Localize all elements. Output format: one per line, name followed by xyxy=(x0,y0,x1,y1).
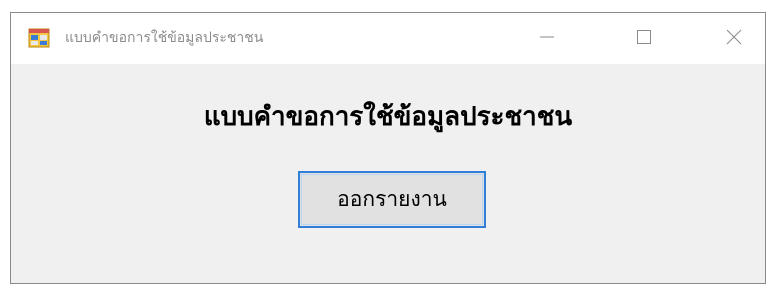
minimize-button[interactable] xyxy=(518,13,576,64)
close-icon xyxy=(725,28,743,50)
report-button-label: ออกรายงาน xyxy=(337,187,447,211)
windows-form-icon xyxy=(28,27,50,49)
form-window: แบบคำขอการใช้ข้อมูลประชาชน แบบคำขอการใช้… xyxy=(10,12,766,284)
background-strip xyxy=(0,0,770,12)
maximize-icon xyxy=(635,28,653,50)
form-client-area: แบบคำขอการใช้ข้อมูลประชาชน ออกรายงาน xyxy=(11,64,765,283)
report-button[interactable]: ออกรายงาน xyxy=(298,171,486,228)
maximize-button[interactable] xyxy=(615,13,673,64)
title-bar[interactable]: แบบคำขอการใช้ข้อมูลประชาชน xyxy=(11,13,765,64)
form-heading: แบบคำขอการใช้ข้อมูลประชาชน xyxy=(203,102,573,132)
minimize-icon xyxy=(538,28,556,50)
close-button[interactable] xyxy=(705,13,763,64)
window-title: แบบคำขอการใช้ข้อมูลประชาชน xyxy=(65,30,264,46)
